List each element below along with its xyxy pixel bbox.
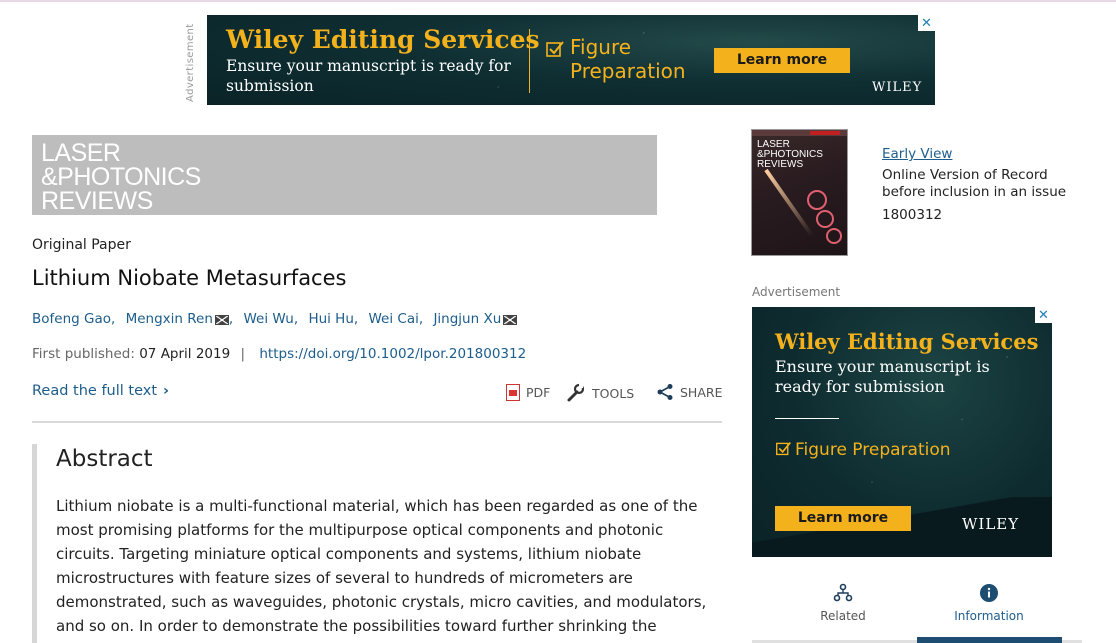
learn-more-button[interactable]: Learn more [775,506,911,531]
article-number: 1800312 [882,207,943,223]
read-full-text-label: Read the full text [32,383,158,399]
pdf-label: PDF [526,385,551,400]
author-link[interactable]: Jingjun Xu [433,311,501,327]
journal-cover-image[interactable]: LASER &PHOTONICS REVIEWS [752,130,847,255]
checkbox-icon [545,39,565,59]
early-view-link[interactable]: Early View [882,146,952,162]
tab-related[interactable]: Related [768,583,918,643]
abstract-heading: Abstract [56,446,153,472]
chevron-right-icon: › [163,383,170,399]
share-icon [656,383,674,401]
related-icon [833,583,853,603]
ad-feature-label: Figure Preparation [795,440,951,460]
side-advertisement-banner[interactable]: ✕ Wiley Editing Services Ensure your man… [752,307,1052,557]
email-icon[interactable] [503,315,518,325]
article-title: Lithium Niobate Metasurfaces [32,266,347,290]
journal-logo: LASER &PHOTONICS REVIEWS [41,139,201,215]
tools-label: TOOLS [592,385,635,401]
ad-feature-line1: Figure [570,35,632,59]
close-ad-button[interactable]: ✕ [918,15,935,31]
learn-more-button[interactable]: Learn more [714,48,850,73]
read-full-text-link[interactable]: Read the full text › [32,383,169,399]
ad-subline: Ensure your manuscript is ready for subm… [226,57,511,95]
ad-divider [775,418,839,419]
active-tab-indicator [917,637,1062,643]
first-published-date: 07 April 2019 [139,346,231,362]
ad-feature: Figure Preparation [775,440,951,460]
wrench-icon [566,383,586,403]
author-link[interactable]: Wei Wu [244,311,294,327]
cover-title: LASER &PHOTONICS REVIEWS [757,139,823,170]
wiley-logo: WILEY [962,515,1020,533]
checkbox-icon [776,442,791,456]
tools-button[interactable]: TOOLS [566,383,634,403]
article-type: Original Paper [32,237,131,253]
abstract-text: Lithium niobate is a multi-functional ma… [56,497,707,635]
close-ad-button[interactable]: ✕ [1035,307,1052,323]
email-icon[interactable] [214,315,229,325]
author-link[interactable]: Bofeng Gao [32,311,111,327]
online-version-text: Online Version of Record before inclusio… [882,167,1067,200]
journal-logo-line: REVIEWS [41,187,153,215]
share-button[interactable]: SHARE [656,383,722,401]
info-icon [979,583,999,603]
advertisement-label: Advertisement [752,285,841,299]
ad-headline: Wiley Editing Services [775,329,1039,354]
abstract-side-bar [32,444,37,643]
top-border [0,0,1116,2]
author-link[interactable]: Hui Hu [308,311,353,327]
ad-subline: Ensure your manuscript is ready for subm… [775,357,990,396]
pdf-button[interactable]: PDF [506,384,550,401]
pdf-icon [506,384,520,401]
top-advertisement-banner[interactable]: Wiley Editing Services Ensure your manus… [207,15,935,105]
author-link[interactable]: Wei Cai [369,311,419,327]
share-label: SHARE [680,384,723,400]
tab-related-label: Related [820,609,866,623]
journal-banner[interactable]: LASER &PHOTONICS REVIEWS [32,135,657,215]
divider [32,421,722,423]
ad-feature: Figure Preparation [570,35,686,83]
journal-logo-line: &PHOTONICS [41,163,201,191]
wiley-logo: WILEY [872,80,923,95]
tab-information-label: Information [954,609,1024,623]
ad-feature-line2: Preparation [570,59,686,83]
tab-information[interactable]: Information [917,583,1061,643]
separator: | [240,346,246,362]
first-published-label: First published: [32,346,135,362]
journal-logo-line: LASER [41,139,121,167]
ad-divider [529,29,530,93]
doi-link[interactable]: https://doi.org/10.1002/lpor.201800312 [259,346,526,362]
advertisement-label: Advertisement [185,23,196,103]
ad-headline: Wiley Editing Services [226,25,540,54]
publication-info: First published: 07 April 2019 | https:/… [32,346,526,362]
author-link[interactable]: Mengxin Ren [126,311,213,327]
author-list: Bofeng Gao, Mengxin Ren, Wei Wu, Hui Hu,… [32,311,518,327]
